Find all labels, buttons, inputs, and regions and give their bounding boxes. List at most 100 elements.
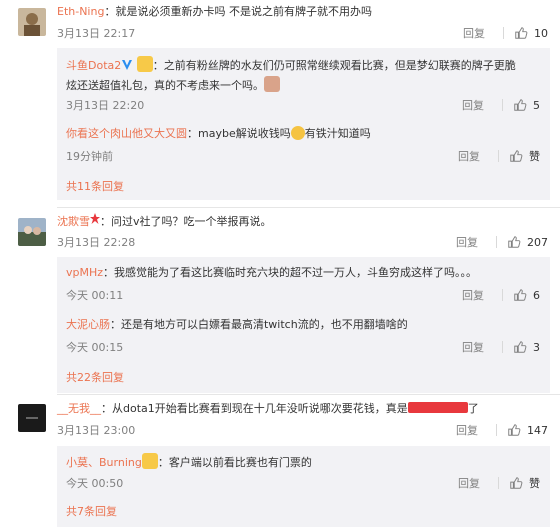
sub-comment-body: 有铁汁知道吗: [304, 127, 371, 140]
divider: [496, 236, 497, 248]
comment-actions: 回复 207: [456, 234, 548, 250]
comment-meta: 3月13日 22:17 回复 10: [57, 25, 548, 41]
username[interactable]: __无我__: [57, 402, 101, 415]
avatar[interactable]: [18, 218, 46, 246]
comment-body: 就是说必须重新办卡吗 不是说之前有牌子就不用办吗: [115, 5, 372, 18]
sub-comment-meta: 今天 00:11 回复 6: [66, 287, 540, 303]
more-replies-link[interactable]: 共7条回复: [66, 503, 117, 519]
like-button[interactable]: 10: [514, 26, 548, 40]
divider: [498, 150, 499, 162]
thumbs-up-icon: [514, 99, 527, 111]
reply-button[interactable]: 回复: [458, 148, 480, 164]
like-button[interactable]: 147: [507, 423, 548, 437]
comment-body: 问过v社了吗？吃一个举报再说。: [111, 215, 272, 228]
timestamp: 3月13日 22:17: [57, 27, 136, 40]
like-count: 赞: [529, 477, 540, 490]
comment-meta: 3月13日 23:00 回复 147: [57, 422, 548, 438]
avatar[interactable]: [18, 404, 46, 432]
reply-box: 小莫、Burning ：客户端以前看比赛也有门票的 今天 00:50 回复 赞 共…: [57, 446, 550, 527]
timestamp: 3月13日 22:28: [57, 236, 136, 249]
username[interactable]: 大泥心肠: [66, 318, 110, 331]
divider: [57, 394, 560, 395]
sub-comment-actions: 回复 6: [462, 287, 540, 303]
reply-button[interactable]: 回复: [462, 339, 484, 355]
sub-comment-actions: 回复 赞: [458, 475, 540, 491]
sub-comment-meta: 今天 00:15 回复 3: [66, 339, 540, 355]
like-count: 10: [534, 26, 548, 40]
thumbs-up-icon: [515, 27, 528, 39]
username[interactable]: vpMHz: [66, 266, 103, 279]
sub-comment-actions: 回复 5: [462, 97, 540, 113]
timestamp: 今天 00:15: [66, 341, 124, 354]
reply-button[interactable]: 回复: [463, 25, 485, 41]
more-replies-link[interactable]: 共11条回复: [66, 178, 124, 194]
username[interactable]: 沈欺雪: [57, 215, 90, 228]
verified-v-icon: [122, 60, 133, 70]
reply-button[interactable]: 回复: [462, 287, 484, 303]
like-count: 6: [533, 288, 540, 302]
sub-comment-text: vpMHz：我感觉能为了看这比赛临时充六块的超不过一万人，斗鱼穷成这样了吗。。。: [66, 265, 540, 280]
sub-comment-body: 炫还送超值礼包，真的不考虑来一个吗。: [66, 79, 264, 92]
sub-comment-body: ：我感觉能为了看这比赛临时充六块的超不过一万人，斗鱼穷成这样了吗。。。: [103, 266, 478, 279]
sub-comment: 小莫、Burning ：客户端以前看比赛也有门票的 今天 00:50 回复 赞: [66, 453, 540, 490]
sub-comment-text: 大泥心肠：还是有地方可以白嫖看最高清twitch流的，也不用翻墙啥的: [66, 317, 540, 332]
reply-button[interactable]: 回复: [462, 97, 484, 113]
thumbs-up-icon: [508, 424, 521, 436]
divider: [498, 477, 499, 489]
thumbs-up-icon: [514, 341, 527, 353]
username[interactable]: Eth-Ning: [57, 5, 104, 18]
like-button[interactable]: 5: [513, 98, 540, 112]
sub-comment: 大泥心肠：还是有地方可以白嫖看最高清twitch流的，也不用翻墙啥的 今天 00…: [66, 317, 540, 354]
like-button[interactable]: 赞: [509, 475, 540, 491]
comment-meta: 3月13日 22:28 回复 207: [57, 234, 548, 250]
username[interactable]: 你看这个肉山他又大又圆: [66, 127, 187, 140]
more-replies-link[interactable]: 共22条回复: [66, 369, 124, 385]
timestamp: 3月13日 23:00: [57, 424, 136, 437]
sub-comment-meta: 今天 00:50 回复 赞: [66, 475, 540, 491]
emoji-icon: [264, 76, 280, 92]
comment-actions: 回复 10: [463, 25, 548, 41]
like-count: 5: [533, 98, 540, 112]
colon: ：: [101, 402, 112, 415]
divider: [502, 289, 503, 301]
like-count: 3: [533, 340, 540, 354]
username[interactable]: 斗鱼Dota2: [66, 59, 121, 72]
like-button[interactable]: 207: [507, 235, 548, 249]
reply-button[interactable]: 回复: [456, 234, 478, 250]
sub-comment-text: 斗鱼Dota2 ：之前有粉丝牌的水友们仍可照常继续观看比赛，但是梦幻联赛的牌子更…: [66, 56, 540, 73]
comment-body: 从dota1开始看比赛看到现在十几年没听说哪次要花钱，真是: [112, 402, 408, 415]
avatar[interactable]: [18, 8, 46, 36]
thumbs-up-icon: [510, 150, 523, 162]
sub-comment-actions: 回复 赞: [458, 148, 540, 164]
thumbs-up-icon: [514, 289, 527, 301]
emoji-icon: [290, 126, 305, 140]
reply-box: vpMHz：我感觉能为了看这比赛临时充六块的超不过一万人，斗鱼穷成这样了吗。。。…: [57, 257, 550, 393]
divider: [502, 341, 503, 353]
fire-icon: [90, 213, 100, 224]
sub-comment-meta: 3月13日 22:20 回复 5: [66, 97, 540, 113]
timestamp: 19分钟前: [66, 150, 113, 163]
comment-text: 沈欺雪 ：问过v社了吗？吃一个举报再说。: [57, 213, 550, 229]
reply-button[interactable]: 回复: [458, 475, 480, 491]
comment-actions: 回复 147: [456, 422, 548, 438]
sub-comment-body: ：之前有粉丝牌的水友们仍可照常继续观看比赛，但是梦幻联赛的牌子更脆: [152, 59, 516, 72]
like-button[interactable]: 6: [513, 288, 540, 302]
colon: ：: [104, 5, 116, 18]
divider: [57, 207, 560, 208]
thumbs-up-icon: [510, 477, 523, 489]
sub-comment-actions: 回复 3: [462, 339, 540, 355]
like-button[interactable]: 赞: [509, 148, 540, 164]
sub-comment: vpMHz：我感觉能为了看这比赛临时充六块的超不过一万人，斗鱼穷成这样了吗。。。…: [66, 265, 540, 302]
sub-comment-body: ：客户端以前看比赛也有门票的: [157, 456, 312, 469]
redaction-mark: [407, 402, 468, 413]
sub-comment-text-line2: 炫还送超值礼包，真的不考虑来一个吗。: [66, 76, 540, 93]
sub-comment-text: 小莫、Burning ：客户端以前看比赛也有门票的: [66, 453, 540, 470]
username[interactable]: 小莫、Burning: [66, 456, 142, 469]
sub-comment: 斗鱼Dota2 ：之前有粉丝牌的水友们仍可照常继续观看比赛，但是梦幻联赛的牌子更…: [66, 56, 540, 112]
like-button[interactable]: 3: [513, 340, 540, 354]
sub-comment-body: ：maybe解说收钱吗: [187, 127, 291, 140]
reply-button[interactable]: 回复: [456, 422, 478, 438]
fan-badge-icon: [136, 56, 153, 72]
comment-text: Eth-Ning：就是说必须重新办卡吗 不是说之前有牌子就不用办吗: [57, 4, 550, 19]
comment-text: __无我__：从dota1开始看比赛看到现在十几年没听说哪次要花钱，真是 了: [57, 401, 550, 416]
